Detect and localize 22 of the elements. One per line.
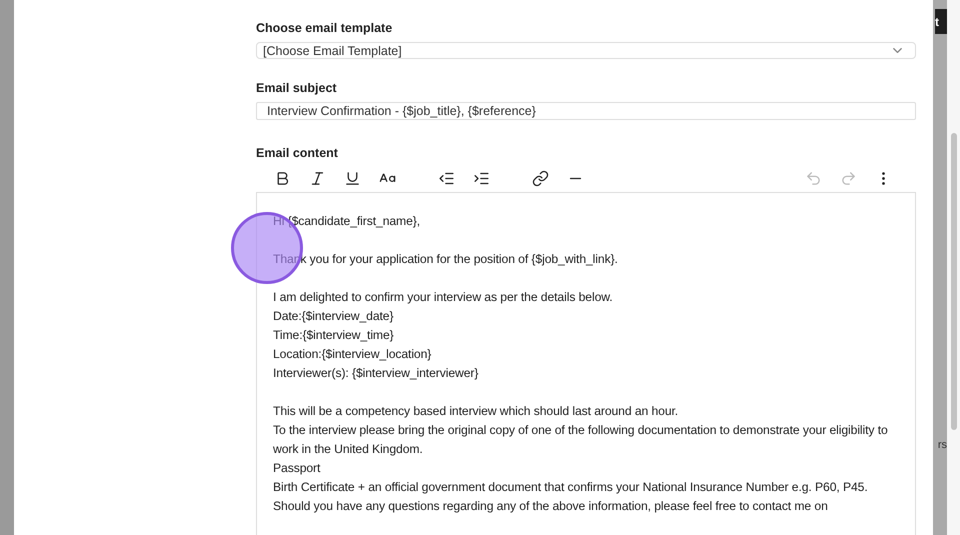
template-select[interactable]: [Choose Email Template]: [256, 42, 916, 60]
email-text: Passport: [273, 460, 322, 477]
email-text: Interviewer(s): {$interview_interviewer}: [273, 364, 480, 382]
email-text: Location:{$interview_location}: [273, 346, 432, 363]
field-label: Choose email template: [256, 21, 394, 35]
field-label: Email content: [256, 146, 339, 160]
subject-field[interactable]: Interview Confirmation - {$job_title}, {$reference}: [256, 102, 916, 120]
underline-icon[interactable]: [344, 170, 361, 187]
italic-icon[interactable]: [309, 170, 326, 187]
email-text: This will be a competency based interview which should last around an hour.: [273, 402, 680, 420]
email-text: I am delighted to confirm your interview as per the details below.: [273, 288, 614, 306]
dark-button[interactable]: t: [935, 9, 947, 34]
email-text: Should you have any questions regarding any of the above information, please feel free to contact me on: [273, 498, 829, 515]
email-editor[interactable]: [256, 192, 916, 535]
link-icon[interactable]: [532, 170, 549, 187]
email-text: Birth Certificate + an official government document that confirms your National Insurance Number e.g. P60, P45.: [273, 478, 869, 496]
background-text: rs: [938, 439, 947, 451]
email-text: To the interview please bring the original copy of one of the following documentation to demonstrate your eligibility to work in the United Kingdom.: [273, 422, 889, 458]
field-label: Email subject: [256, 81, 338, 96]
email-text: Date:{$interview_date}: [273, 308, 394, 325]
scrollbar-thumb[interactable]: [950, 133, 956, 430]
email-text: Time:{$interview_time}: [273, 326, 395, 344]
